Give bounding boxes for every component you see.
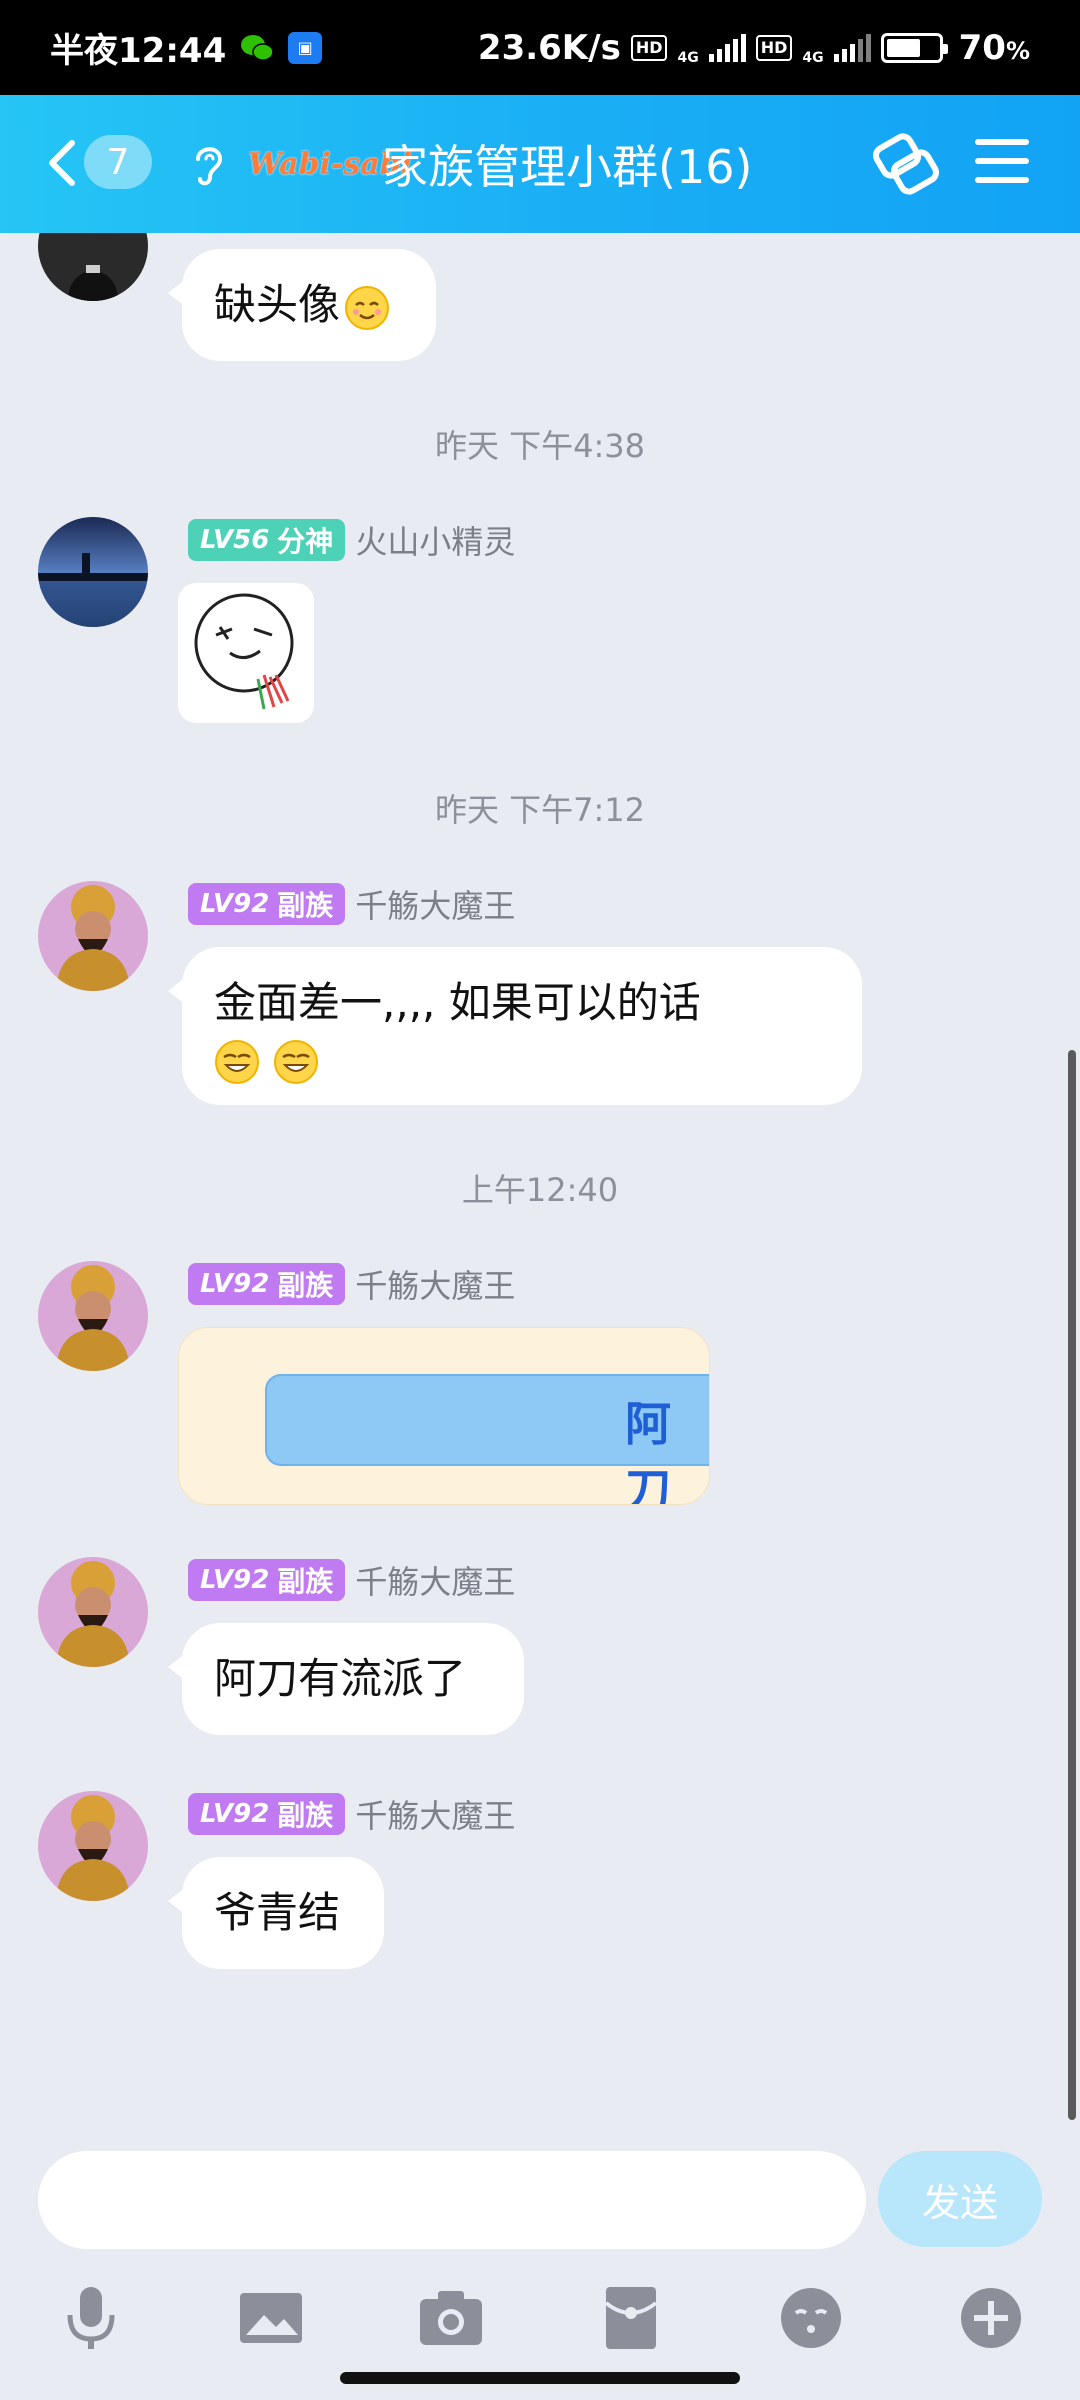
network-4g-label: 4G	[677, 49, 699, 66]
message-bubble[interactable]: 金面差一,,,, 如果可以的话	[168, 947, 862, 1105]
level-text: LV92	[200, 889, 270, 919]
app-notification-icon: ▣	[288, 31, 323, 64]
avatar[interactable]	[38, 1261, 148, 1371]
level-badge: LV56 分神	[188, 519, 346, 561]
level-badge: LV92 副族	[188, 1559, 346, 1601]
title-text: 副族	[277, 889, 334, 922]
image-message[interactable]: 阿刀	[178, 1327, 710, 1505]
grin-emoji-icon	[215, 1039, 259, 1084]
title-text: 分神	[277, 525, 334, 558]
title-text: 副族	[277, 1799, 334, 1832]
status-time: 半夜12:44	[50, 31, 227, 71]
sender-nickname[interactable]: 千觞大魔王	[355, 1557, 515, 1603]
level-text: LV56	[200, 525, 270, 555]
send-button[interactable]: 发送	[878, 2151, 1042, 2247]
message-bubble[interactable]: 缺头像	[168, 249, 436, 361]
hd-icon: HD	[630, 34, 668, 61]
picture-icon[interactable]	[236, 2283, 306, 2353]
level-text: LV92	[200, 1799, 270, 1829]
scrollbar[interactable]	[1068, 1050, 1076, 2120]
grin-emoji-icon	[274, 1039, 319, 1084]
sender-meta: LV92 副族 千觞大魔王	[188, 1557, 515, 1603]
message-text: 金面差一,,,, 如果可以的话	[214, 978, 701, 1027]
sender-meta: LV92 副族 千觞大魔王	[188, 881, 515, 927]
message-timestamp: 昨天 下午4:38	[434, 427, 646, 465]
chat-header: 7 Wabi-sabi 家族管理小群(16)	[0, 95, 1080, 233]
avatar[interactable]	[38, 1791, 148, 1901]
microphone-icon[interactable]	[56, 2283, 126, 2353]
chat-message-list[interactable]: 缺头像 昨天 下午4:38 LV56 分神 火山小精灵 昨天 下午7:12 LV9…	[0, 233, 1080, 2143]
signal-icon	[708, 33, 746, 62]
page-title: 家族管理小群(16)	[382, 140, 753, 194]
battery-unit: %	[1005, 36, 1030, 65]
battery-icon	[880, 32, 948, 63]
title-text: 副族	[277, 1269, 334, 1302]
sticker-message[interactable]	[178, 583, 314, 723]
avatar[interactable]	[38, 233, 148, 301]
level-badge: LV92 副族	[188, 1263, 346, 1305]
title-text: 副族	[277, 1565, 334, 1598]
message-input[interactable]	[38, 2151, 866, 2249]
input-toolbar	[0, 2283, 1080, 2373]
menu-icon[interactable]	[975, 139, 1029, 187]
home-indicator[interactable]	[340, 2372, 740, 2384]
message-text: 爷青结	[214, 1888, 341, 1937]
message-text: 阿刀有流派了	[214, 1654, 467, 1703]
signal-icon-2	[833, 33, 871, 62]
emoji-icon[interactable]	[776, 2283, 846, 2353]
avatar[interactable]	[38, 517, 148, 627]
level-text: LV92	[200, 1269, 270, 1299]
message-timestamp: 上午12:40	[461, 1171, 619, 1209]
sender-nickname[interactable]: 火山小精灵	[355, 517, 515, 563]
network-4g-label-2: 4G	[802, 49, 824, 66]
laughing-face-sticker-icon	[194, 593, 294, 710]
status-bar: 半夜12:44 ▣ 23.6K/s HD 4G HD 4G 70%	[0, 0, 1080, 95]
message-bubble[interactable]: 阿刀有流派了	[168, 1623, 524, 1735]
level-badge: LV92 副族	[188, 1793, 346, 1835]
wechat-icon	[240, 33, 274, 63]
camera-icon[interactable]	[416, 2283, 486, 2353]
ear-icon[interactable]	[188, 141, 228, 187]
message-text: 缺头像	[214, 280, 341, 329]
sender-meta: LV92 副族 千觞大魔王	[188, 1791, 515, 1837]
net-speed: 23.6K/s	[477, 27, 621, 68]
hd-icon-2: HD	[755, 34, 793, 61]
message-timestamp: 昨天 下午7:12	[434, 791, 646, 829]
sender-meta: LV92 副族 千觞大魔王	[188, 1261, 515, 1307]
group-link-icon[interactable]	[870, 131, 940, 197]
message-bubble[interactable]: 爷青结	[168, 1857, 384, 1969]
sender-nickname[interactable]: 千觞大魔王	[355, 1791, 515, 1837]
image-text: 阿刀	[625, 1397, 671, 1505]
avatar[interactable]	[38, 881, 148, 991]
unread-count-badge[interactable]: 7	[84, 135, 152, 189]
smile-emoji-icon	[345, 285, 390, 330]
level-badge: LV92 副族	[188, 883, 346, 925]
battery-level: 70	[958, 27, 1006, 68]
red-packet-icon[interactable]	[596, 2283, 666, 2353]
avatar[interactable]	[38, 1557, 148, 1667]
sender-nickname[interactable]: 千觞大魔王	[355, 1261, 515, 1307]
level-text: LV92	[200, 1565, 270, 1595]
input-bar: 发送	[0, 2143, 1080, 2400]
plus-icon[interactable]	[956, 2283, 1026, 2353]
sender-meta: LV56 分神 火山小精灵	[188, 517, 515, 563]
sender-nickname[interactable]: 千觞大魔王	[355, 881, 515, 927]
